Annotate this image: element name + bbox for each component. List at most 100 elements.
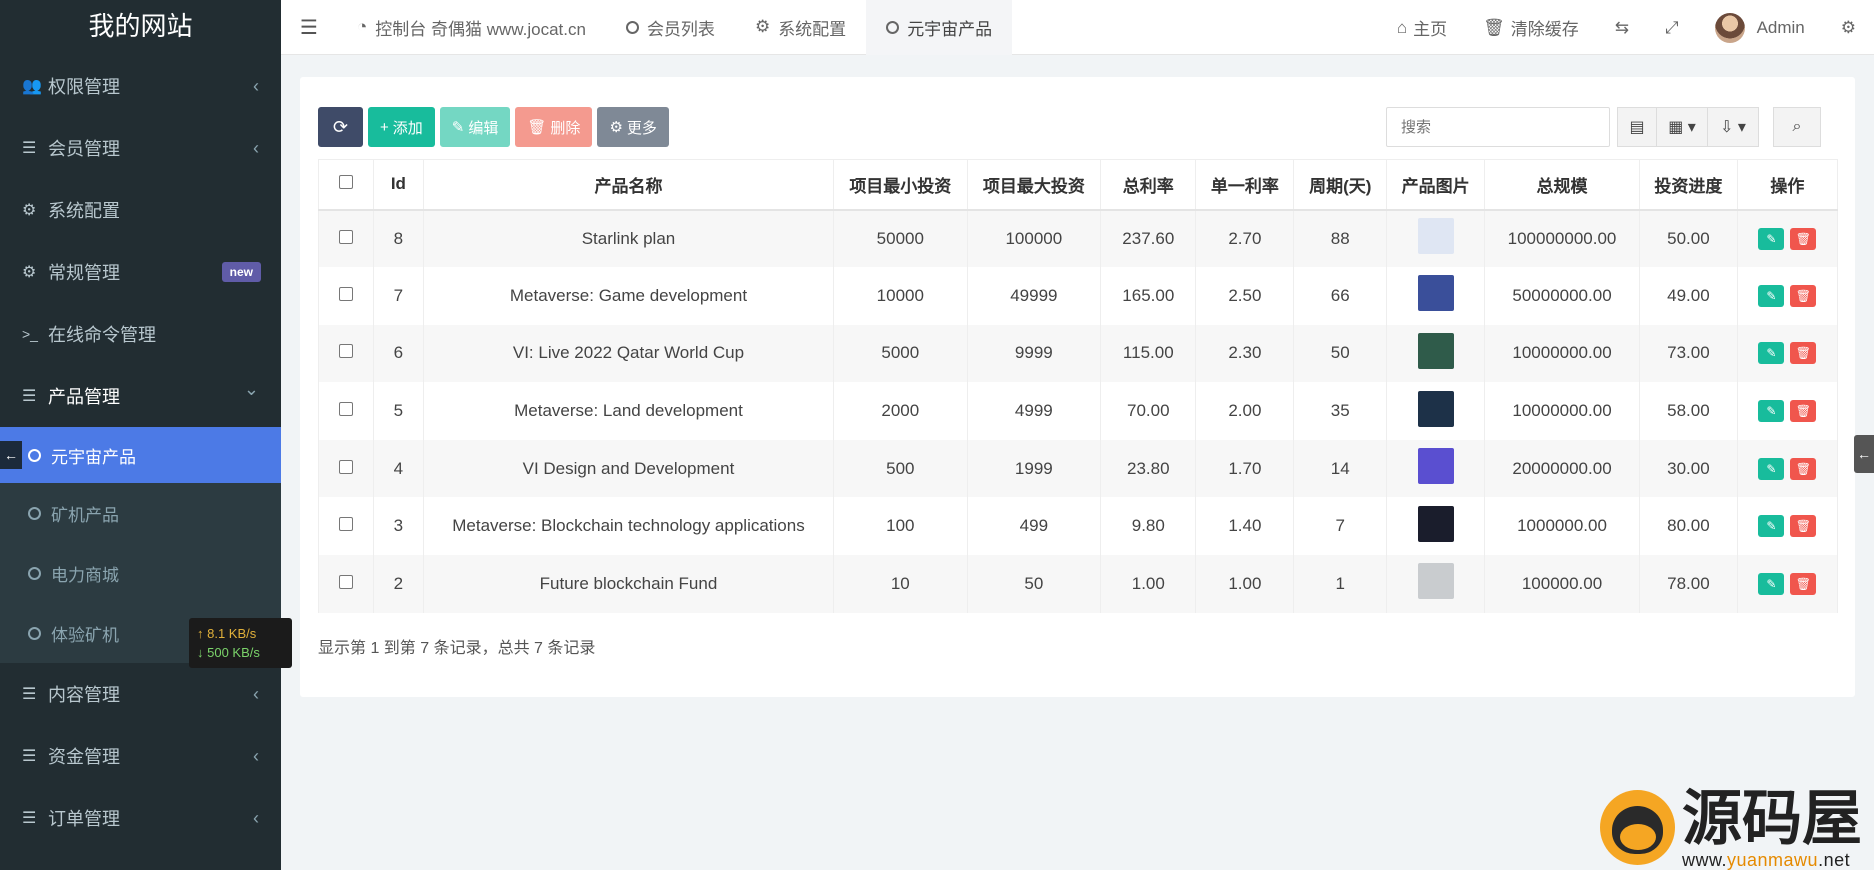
row-select-cell <box>318 209 374 268</box>
export-dropdown-icon[interactable]: ⇩ ▾ <box>1707 107 1759 147</box>
cell-rate: 1.40 <box>1195 497 1295 556</box>
tab-2[interactable]: ⚙ 系统配置 <box>735 0 866 55</box>
clear-cache-button[interactable]: 🗑 清除缓存 <box>1465 15 1597 40</box>
sidebar-item-t4[interactable]: >_ 在线命令管理 <box>0 303 281 365</box>
tab-0[interactable]: ◔ 控制台 奇偶猫 www.jocat.cn <box>337 0 606 55</box>
row-checkbox[interactable] <box>338 344 353 359</box>
tab-1[interactable]: 会员列表 <box>606 0 735 55</box>
row-edit-button[interactable]: ✎ <box>1758 515 1785 538</box>
cell-days: 7 <box>1293 497 1388 556</box>
row-edit-button[interactable]: ✎ <box>1758 572 1785 595</box>
add-button[interactable]: + 添加 <box>368 107 435 147</box>
cell-max: 100000 <box>966 209 1102 268</box>
avatar <box>1714 12 1745 43</box>
row-delete-button[interactable]: 🗑 <box>1790 515 1817 538</box>
product-thumbnail[interactable] <box>1417 448 1454 485</box>
sidebar-subitem-1[interactable]: 矿机产品 <box>0 483 281 543</box>
settings-gears-icon[interactable]: ⚙ <box>1823 18 1874 38</box>
cell-total_rate: 237.60 <box>1100 209 1197 268</box>
search-toggle-icon[interactable]: ⌕ <box>1773 107 1821 147</box>
row-delete-button[interactable]: 🗑 <box>1790 457 1817 480</box>
sidebar-subitem-label: 电力商城 <box>51 565 119 585</box>
translate-icon[interactable]: ⇆ <box>1597 18 1647 38</box>
sidebar-item-t5[interactable]: ☰ 产品管理 ⌄ <box>0 365 281 427</box>
row-checkbox[interactable] <box>338 517 353 532</box>
cell-id: 2 <box>372 555 424 613</box>
select-all-header <box>318 159 374 211</box>
sidebar-item-b1[interactable]: ☰ 资金管理 ‹ <box>0 725 281 787</box>
row-checkbox[interactable] <box>338 229 353 244</box>
toggle-card-view-icon[interactable]: ▤ <box>1617 107 1657 147</box>
row-edit-button[interactable]: ✎ <box>1758 284 1785 307</box>
row-delete-button[interactable]: 🗑 <box>1790 400 1817 423</box>
cell-days: 66 <box>1293 267 1388 325</box>
user-menu[interactable]: Admin <box>1697 12 1823 43</box>
cell-scale: 20000000.00 <box>1484 439 1641 498</box>
row-edit-button[interactable]: ✎ <box>1758 342 1785 365</box>
row-delete-button[interactable]: 🗑 <box>1790 572 1817 595</box>
product-thumbnail[interactable] <box>1417 390 1454 427</box>
sidebar-subitem-0[interactable]: ← 元宇宙产品 <box>0 427 281 483</box>
upload-speed: ↑ 8.1 KB/s <box>197 626 257 641</box>
cell-days: 14 <box>1293 439 1388 498</box>
cell-max: 4999 <box>966 382 1102 440</box>
menu-toggle-icon[interactable]: ☰ <box>281 15 337 40</box>
sidebar-item-label: 权限管理 <box>48 77 120 97</box>
table-row[interactable]: 8 Starlink plan 50000 100000 237.60 2.70 88 100… <box>318 209 1839 268</box>
product-thumbnail[interactable] <box>1417 275 1454 312</box>
table-row[interactable]: 7 Metaverse: Game development 10000 49999 16… <box>318 267 1839 325</box>
row-checkbox[interactable] <box>338 459 353 474</box>
row-edit-button[interactable]: ✎ <box>1758 457 1785 480</box>
more-button[interactable]: ⚙ 更多 <box>597 107 669 147</box>
cell-days: 1 <box>1293 555 1388 613</box>
row-checkbox[interactable] <box>338 286 353 301</box>
right-sidebar-toggle-icon[interactable]: ← <box>1854 435 1874 473</box>
sidebar-item-t1[interactable]: ☰ 会员管理 ‹ <box>0 117 281 179</box>
sidebar-item-label: 订单管理 <box>48 809 120 829</box>
sidebar-subitem-2[interactable]: 电力商城 <box>0 543 281 603</box>
cell-name: Metaverse: Game development <box>422 267 835 325</box>
product-thumbnail[interactable] <box>1417 505 1454 542</box>
list-icon: ☰ <box>22 748 37 765</box>
table-row[interactable]: 4 VI Design and Development 500 1999 23.80 1.… <box>318 439 1839 498</box>
row-checkbox[interactable] <box>338 402 353 417</box>
select-all-checkbox[interactable] <box>338 175 353 190</box>
cell-progress: 49.00 <box>1639 267 1738 325</box>
product-thumbnail[interactable] <box>1417 218 1454 255</box>
row-edit-button[interactable]: ✎ <box>1758 227 1785 250</box>
cell-scale: 100000.00 <box>1484 555 1641 613</box>
column-header: 操作 <box>1736 159 1839 211</box>
table-row[interactable]: 5 Metaverse: Land development 2000 4999 70.0… <box>318 382 1839 440</box>
gear-icon: ⚙ <box>754 17 771 36</box>
cell-scale: 10000000.00 <box>1484 382 1641 440</box>
sidebar-item-t0[interactable]: 👥 权限管理 ‹ <box>0 55 281 117</box>
delete-button[interactable]: 🗑 删除 <box>515 107 593 147</box>
cell-total_rate: 70.00 <box>1100 382 1197 440</box>
row-delete-button[interactable]: 🗑 <box>1790 284 1817 307</box>
circle-icon <box>28 506 41 520</box>
row-delete-button[interactable]: 🗑 <box>1790 342 1817 365</box>
row-delete-button[interactable]: 🗑 <box>1790 227 1817 250</box>
columns-dropdown-icon[interactable]: ▦ ▾ <box>1656 107 1708 147</box>
product-thumbnail[interactable] <box>1417 332 1454 369</box>
sidebar-item-t2[interactable]: ⚙ 系统配置 <box>0 179 281 241</box>
table-row[interactable]: 2 Future blockchain Fund 10 50 1.00 1.00 1 1000… <box>318 555 1839 613</box>
sidebar-item-b0[interactable]: ☰ 内容管理 ‹ <box>0 663 281 725</box>
cell-image <box>1386 555 1486 613</box>
search-input[interactable] <box>1386 107 1610 147</box>
edit-button[interactable]: ✎ 编辑 <box>439 107 511 147</box>
sidebar-item-t3[interactable]: ⚙ 常规管理 new <box>0 241 281 303</box>
pencil-icon: ✎ <box>451 119 465 136</box>
table-row[interactable]: 3 Metaverse: Blockchain technology applic… <box>318 497 1839 556</box>
column-header: 周期(天) <box>1293 159 1388 211</box>
row-checkbox[interactable] <box>338 574 353 589</box>
tab-3[interactable]: 元宇宙产品 <box>866 0 1013 55</box>
sidebar-item-b2[interactable]: ☰ 订单管理 ‹ <box>0 787 281 849</box>
refresh-button[interactable]: ⟳ <box>318 107 363 147</box>
product-thumbnail[interactable] <box>1417 563 1454 600</box>
home-link[interactable]: ⌂ 主页 <box>1379 15 1465 40</box>
cell-total_rate: 1.00 <box>1100 555 1197 613</box>
table-row[interactable]: 6 VI: Live 2022 Qatar World Cup 5000 9999 11… <box>318 324 1839 383</box>
row-edit-button[interactable]: ✎ <box>1758 400 1785 423</box>
fullscreen-icon[interactable]: ⤢ <box>1647 18 1697 38</box>
